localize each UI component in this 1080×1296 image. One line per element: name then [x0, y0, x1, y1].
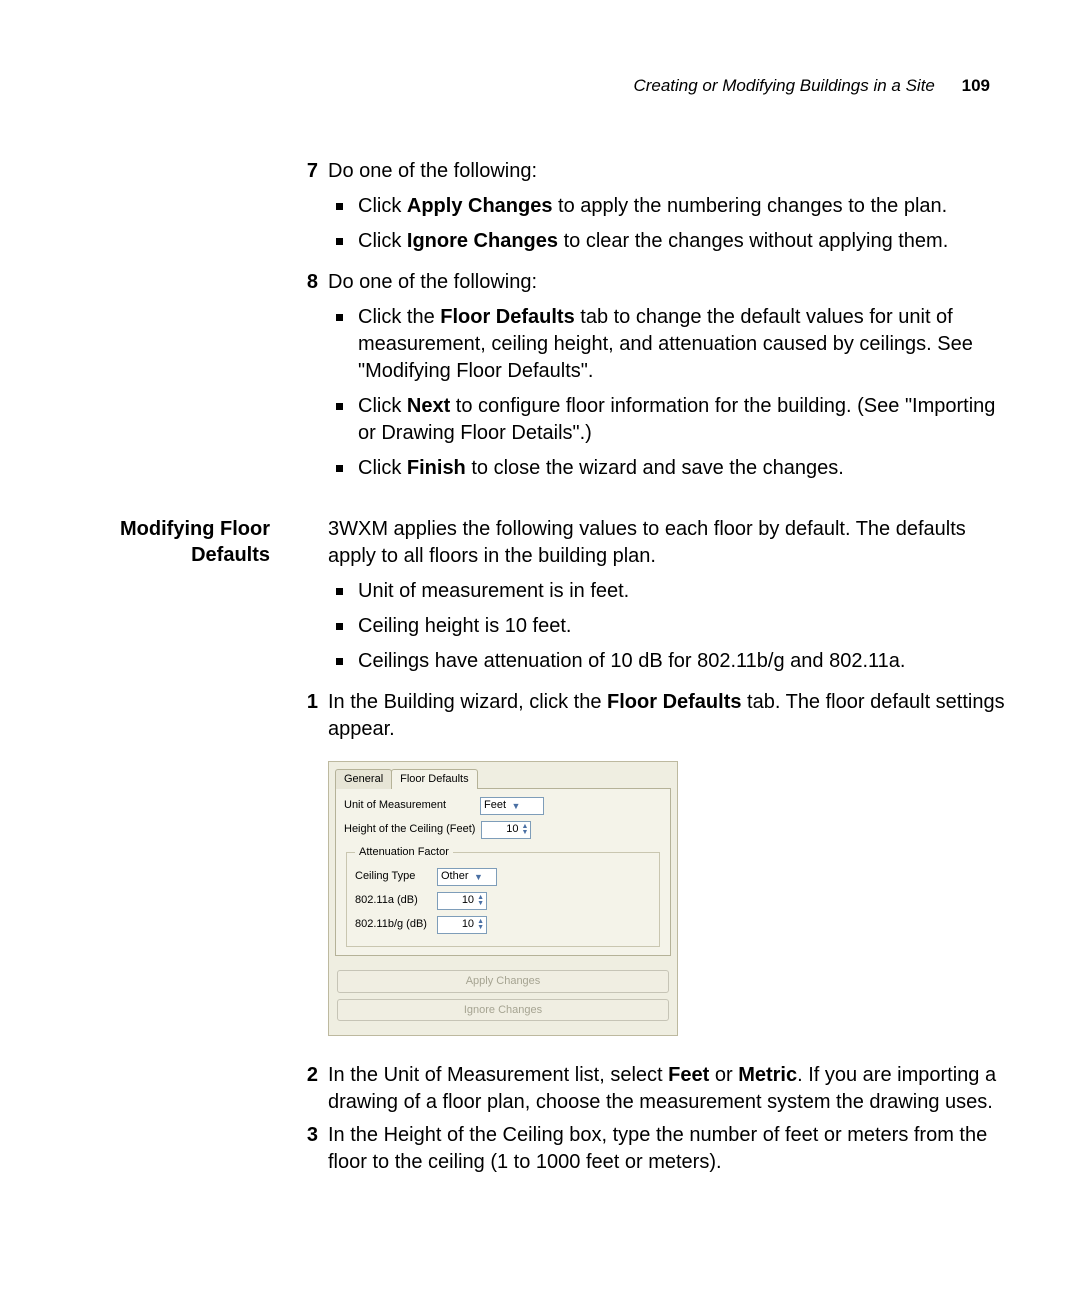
- step-number-7: 7: [288, 158, 328, 265]
- step-number-8: 8: [288, 269, 328, 492]
- attenuation-factor-group: Attenuation Factor Ceiling Type Other ▼: [346, 845, 660, 947]
- list-item: Ceilings have attenuation of 10 dB for 8…: [328, 648, 1010, 675]
- floor-defaults-dialog: General Floor Defaults Unit of Measureme…: [328, 761, 678, 1036]
- attn-80211bg-label: 802.11b/g (dB): [355, 917, 431, 932]
- tab-general[interactable]: General: [335, 769, 392, 789]
- chevron-down-icon: ▼: [508, 798, 524, 814]
- ceiling-type-select[interactable]: Other ▼: [437, 868, 497, 886]
- attn-80211a-spinner[interactable]: 10 ▲▼: [437, 892, 487, 910]
- ceiling-height-spinner[interactable]: 10 ▲▼: [481, 821, 531, 839]
- step-number-3: 3: [288, 1122, 328, 1176]
- attn-80211bg-spinner[interactable]: 10 ▲▼: [437, 916, 487, 934]
- attn-80211a-label: 802.11a (dB): [355, 893, 431, 908]
- ignore-changes-button[interactable]: Ignore Changes: [337, 999, 669, 1022]
- chevron-down-icon: ▼: [471, 869, 487, 885]
- tab-floor-defaults[interactable]: Floor Defaults: [391, 769, 477, 789]
- step2-text: In the Unit of Measurement list, select …: [328, 1062, 1010, 1116]
- running-header: Creating or Modifying Buildings in a Sit…: [0, 76, 1010, 96]
- spinner-arrows-icon: ▲▼: [476, 919, 485, 931]
- step-number-1: 1: [288, 689, 328, 1058]
- step-number-2: 2: [288, 1062, 328, 1116]
- list-item: Click Ignore Changes to clear the change…: [328, 228, 1010, 255]
- spinner-arrows-icon: ▲▼: [476, 895, 485, 907]
- spinner-arrows-icon: ▲▼: [521, 824, 530, 836]
- list-item: Unit of measurement is in feet.: [328, 578, 1010, 605]
- section-heading: Modifying Floor Defaults: [0, 516, 288, 685]
- ceiling-height-label: Height of the Ceiling (Feet): [344, 822, 475, 837]
- step3-text: In the Height of the Ceiling box, type t…: [328, 1122, 1010, 1176]
- step7-text: Do one of the following:: [328, 160, 537, 182]
- unit-of-measurement-label: Unit of Measurement: [344, 798, 474, 813]
- apply-changes-button[interactable]: Apply Changes: [337, 970, 669, 993]
- page-number: 109: [962, 76, 990, 95]
- ceiling-type-label: Ceiling Type: [355, 869, 431, 884]
- unit-of-measurement-select[interactable]: Feet ▼: [480, 797, 544, 815]
- section-intro: 3WXM applies the following values to eac…: [328, 518, 966, 567]
- list-item: Click Apply Changes to apply the numberi…: [328, 193, 1010, 220]
- list-item: Click Finish to close the wizard and sav…: [328, 455, 1010, 482]
- running-title: Creating or Modifying Buildings in a Sit…: [633, 76, 934, 95]
- list-item: Click Next to configure floor informatio…: [328, 393, 1010, 447]
- list-item: Click the Floor Defaults tab to change t…: [328, 304, 1010, 385]
- step8-text: Do one of the following:: [328, 271, 537, 293]
- list-item: Ceiling height is 10 feet.: [328, 613, 1010, 640]
